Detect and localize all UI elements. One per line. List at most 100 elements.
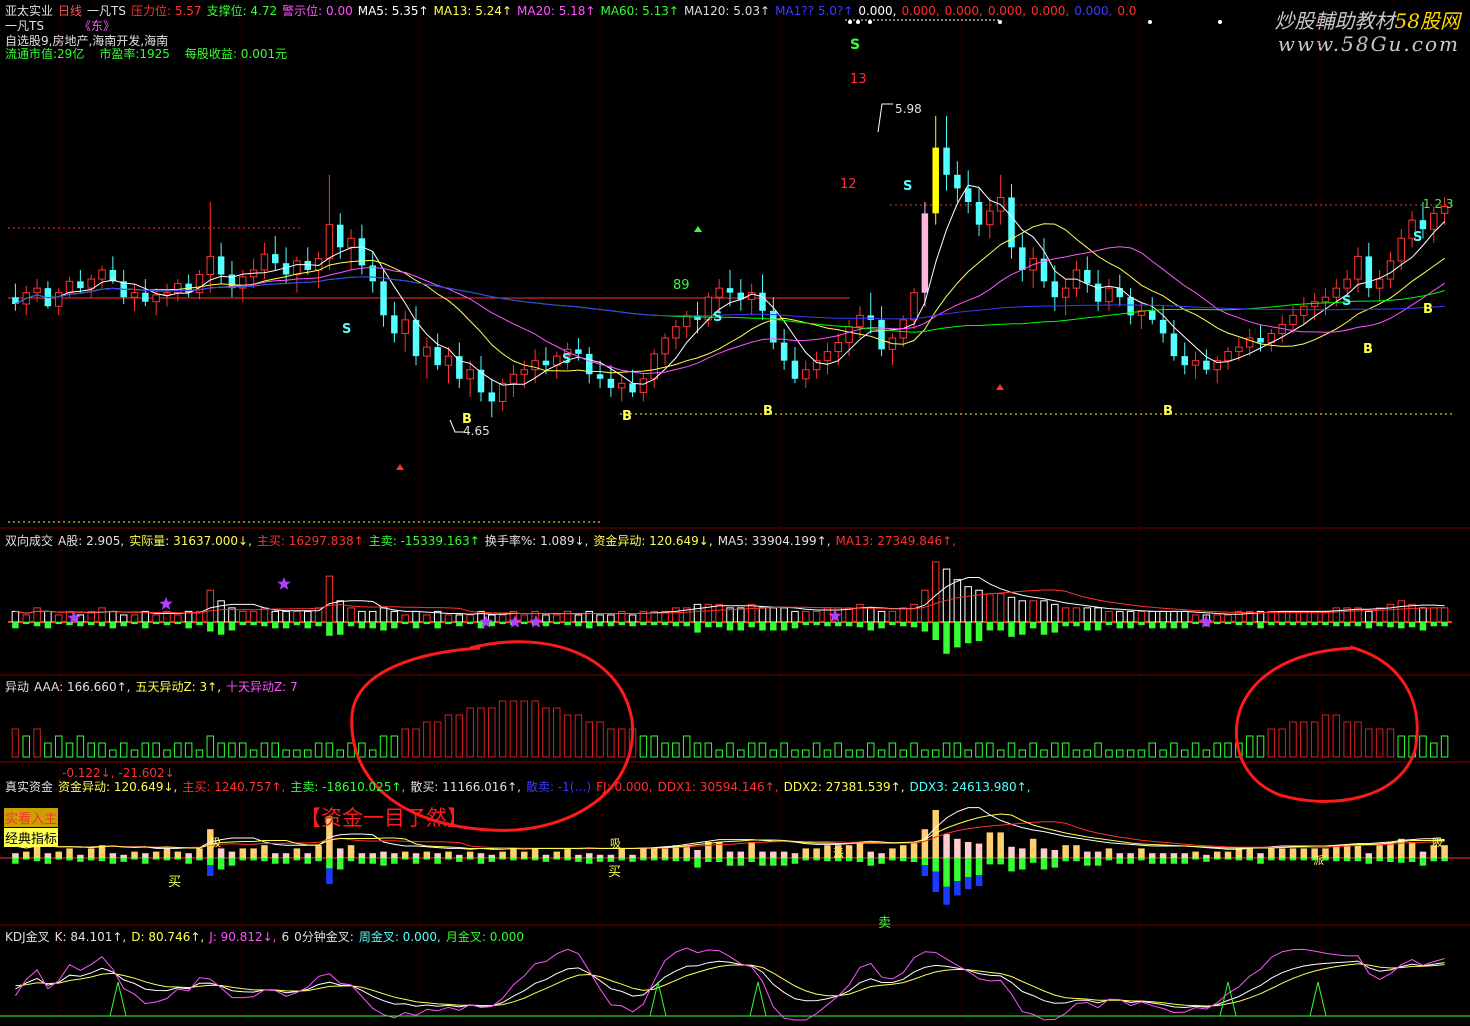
volume-bar-up xyxy=(1083,607,1092,623)
volume-bar-up xyxy=(1007,596,1016,623)
kdj-six: 6 xyxy=(281,930,290,944)
volume-bar-up xyxy=(174,614,182,623)
volume-bar-up xyxy=(401,614,409,623)
golden-cross-peak xyxy=(749,981,767,1017)
fund-main-buy: 主买: 1240.757↑, xyxy=(182,780,286,794)
fund-bar-neg xyxy=(737,858,745,866)
buy-signal-1: B xyxy=(462,412,472,427)
volume-bar-down xyxy=(737,622,745,631)
volume-bar-down xyxy=(542,622,550,627)
ddx3-value: DDX3: 24613.980↑, xyxy=(909,780,1031,794)
volume-bar-up xyxy=(867,607,875,623)
volume-bar-down xyxy=(1116,622,1124,629)
fund-bar-neg xyxy=(650,858,658,861)
volume-bar-up xyxy=(542,614,550,623)
volume-bar-up xyxy=(249,610,258,623)
golden-cross-peak xyxy=(109,981,127,1017)
fund-bar-neg xyxy=(1257,858,1264,864)
fund-bar-neg xyxy=(694,858,701,868)
candle-body xyxy=(1430,212,1438,230)
badge-classic[interactable]: 经典指标 xyxy=(4,828,59,847)
volume-bar-down xyxy=(55,622,62,625)
stock-chart-canvas[interactable] xyxy=(0,0,1470,1026)
fund-bar-pos xyxy=(131,851,138,858)
badge-real-look[interactable]: 实看入主 xyxy=(4,808,59,827)
fund-bar-neg xyxy=(856,858,864,862)
fund-bar-pos xyxy=(910,842,918,858)
volume-bar-up xyxy=(130,614,139,623)
candle-body xyxy=(282,263,290,275)
a-shares: A股: 2.905, xyxy=(58,534,125,548)
kdj-k: K: 84.101↑, xyxy=(54,930,127,944)
volume-bar-up xyxy=(1386,603,1395,623)
volume-bar-down xyxy=(369,622,376,629)
star-mark xyxy=(277,577,291,590)
abnormal-bar xyxy=(1375,728,1384,758)
abnormal-bar xyxy=(1267,728,1276,758)
fund-bar-neg xyxy=(1376,858,1383,862)
volume-bar-up xyxy=(33,607,41,623)
volume-bar-up xyxy=(693,603,702,623)
abnormal-bar xyxy=(780,742,788,758)
candle-body xyxy=(1365,256,1373,289)
abnormal-bar xyxy=(1061,742,1070,758)
fund-bar-neg xyxy=(1441,858,1448,862)
price-high-label: 5.98 xyxy=(895,102,922,116)
fund-bar-neg xyxy=(1289,858,1297,861)
fund-bar-neg xyxy=(33,858,41,862)
fund-panel-name[interactable]: 真实资金 xyxy=(5,780,53,794)
volume-bar-up xyxy=(953,579,962,623)
volume-bar-up xyxy=(358,610,366,623)
candle-body xyxy=(759,292,766,311)
volume-bar-up xyxy=(455,614,464,623)
abnormal-bar xyxy=(1040,749,1048,758)
volume-bar-down xyxy=(185,622,192,629)
fund-bar-pos xyxy=(856,842,864,858)
abnormal-bar xyxy=(1191,742,1200,758)
fund-bar-pos xyxy=(434,853,441,858)
ddx1-value: DDX1: 30594.146↑, xyxy=(657,780,779,794)
candle-body xyxy=(845,326,853,344)
abnormal-bar xyxy=(423,721,431,758)
fund-bar-neg xyxy=(661,858,669,861)
fund-bar-pos xyxy=(997,832,1004,858)
fund-bar-neg xyxy=(791,858,799,864)
volume-bar-up xyxy=(931,561,940,623)
candle-body xyxy=(1170,333,1178,357)
fund-bar-neg xyxy=(715,858,723,862)
volume-bar-up xyxy=(1213,614,1221,623)
volume-bar-up xyxy=(368,610,377,623)
fund-bar-neg xyxy=(954,858,961,882)
fund-bar-pos xyxy=(466,851,474,858)
fund-bar-pos xyxy=(423,851,431,858)
ddx2-value: DDX2: 27381.539↑, xyxy=(783,780,905,794)
count-12: 12 xyxy=(840,177,857,192)
volume-bar-up xyxy=(54,614,63,623)
volume-bar-up xyxy=(1159,610,1167,623)
volume-bar-down xyxy=(163,622,171,626)
volume-bar-up xyxy=(1018,600,1027,623)
kdj-panel-name[interactable]: KDJ金叉 xyxy=(5,930,50,944)
abnormal-bar xyxy=(823,749,832,758)
fund-bar-pos xyxy=(315,845,322,858)
volume-bar-up xyxy=(856,603,864,623)
sell-signal-6: S xyxy=(1413,230,1423,245)
candle-body xyxy=(715,287,723,298)
fund-bar-pos xyxy=(1365,853,1373,858)
abnormal-panel-name[interactable]: 异动 xyxy=(5,680,29,694)
volume-bar-up xyxy=(22,614,30,623)
fund-bar-neg xyxy=(445,858,452,860)
turnover-rate: 换手率%: 1.089↓, xyxy=(484,534,589,548)
abnormal-bar xyxy=(195,749,204,758)
fund-bar-neg xyxy=(423,858,431,860)
volume-panel-name[interactable]: 双向成交 xyxy=(5,534,53,548)
volume-bar-up xyxy=(910,603,918,623)
fund-bar-pos xyxy=(1127,853,1134,858)
candle-body xyxy=(391,315,398,334)
abnormal-bar xyxy=(33,728,41,758)
fund-bar-pos xyxy=(44,853,52,858)
candle-body xyxy=(704,296,713,321)
fund-bar-neg xyxy=(142,858,149,864)
volume-bar-down xyxy=(1376,622,1383,627)
volume-bar-up xyxy=(715,603,723,623)
